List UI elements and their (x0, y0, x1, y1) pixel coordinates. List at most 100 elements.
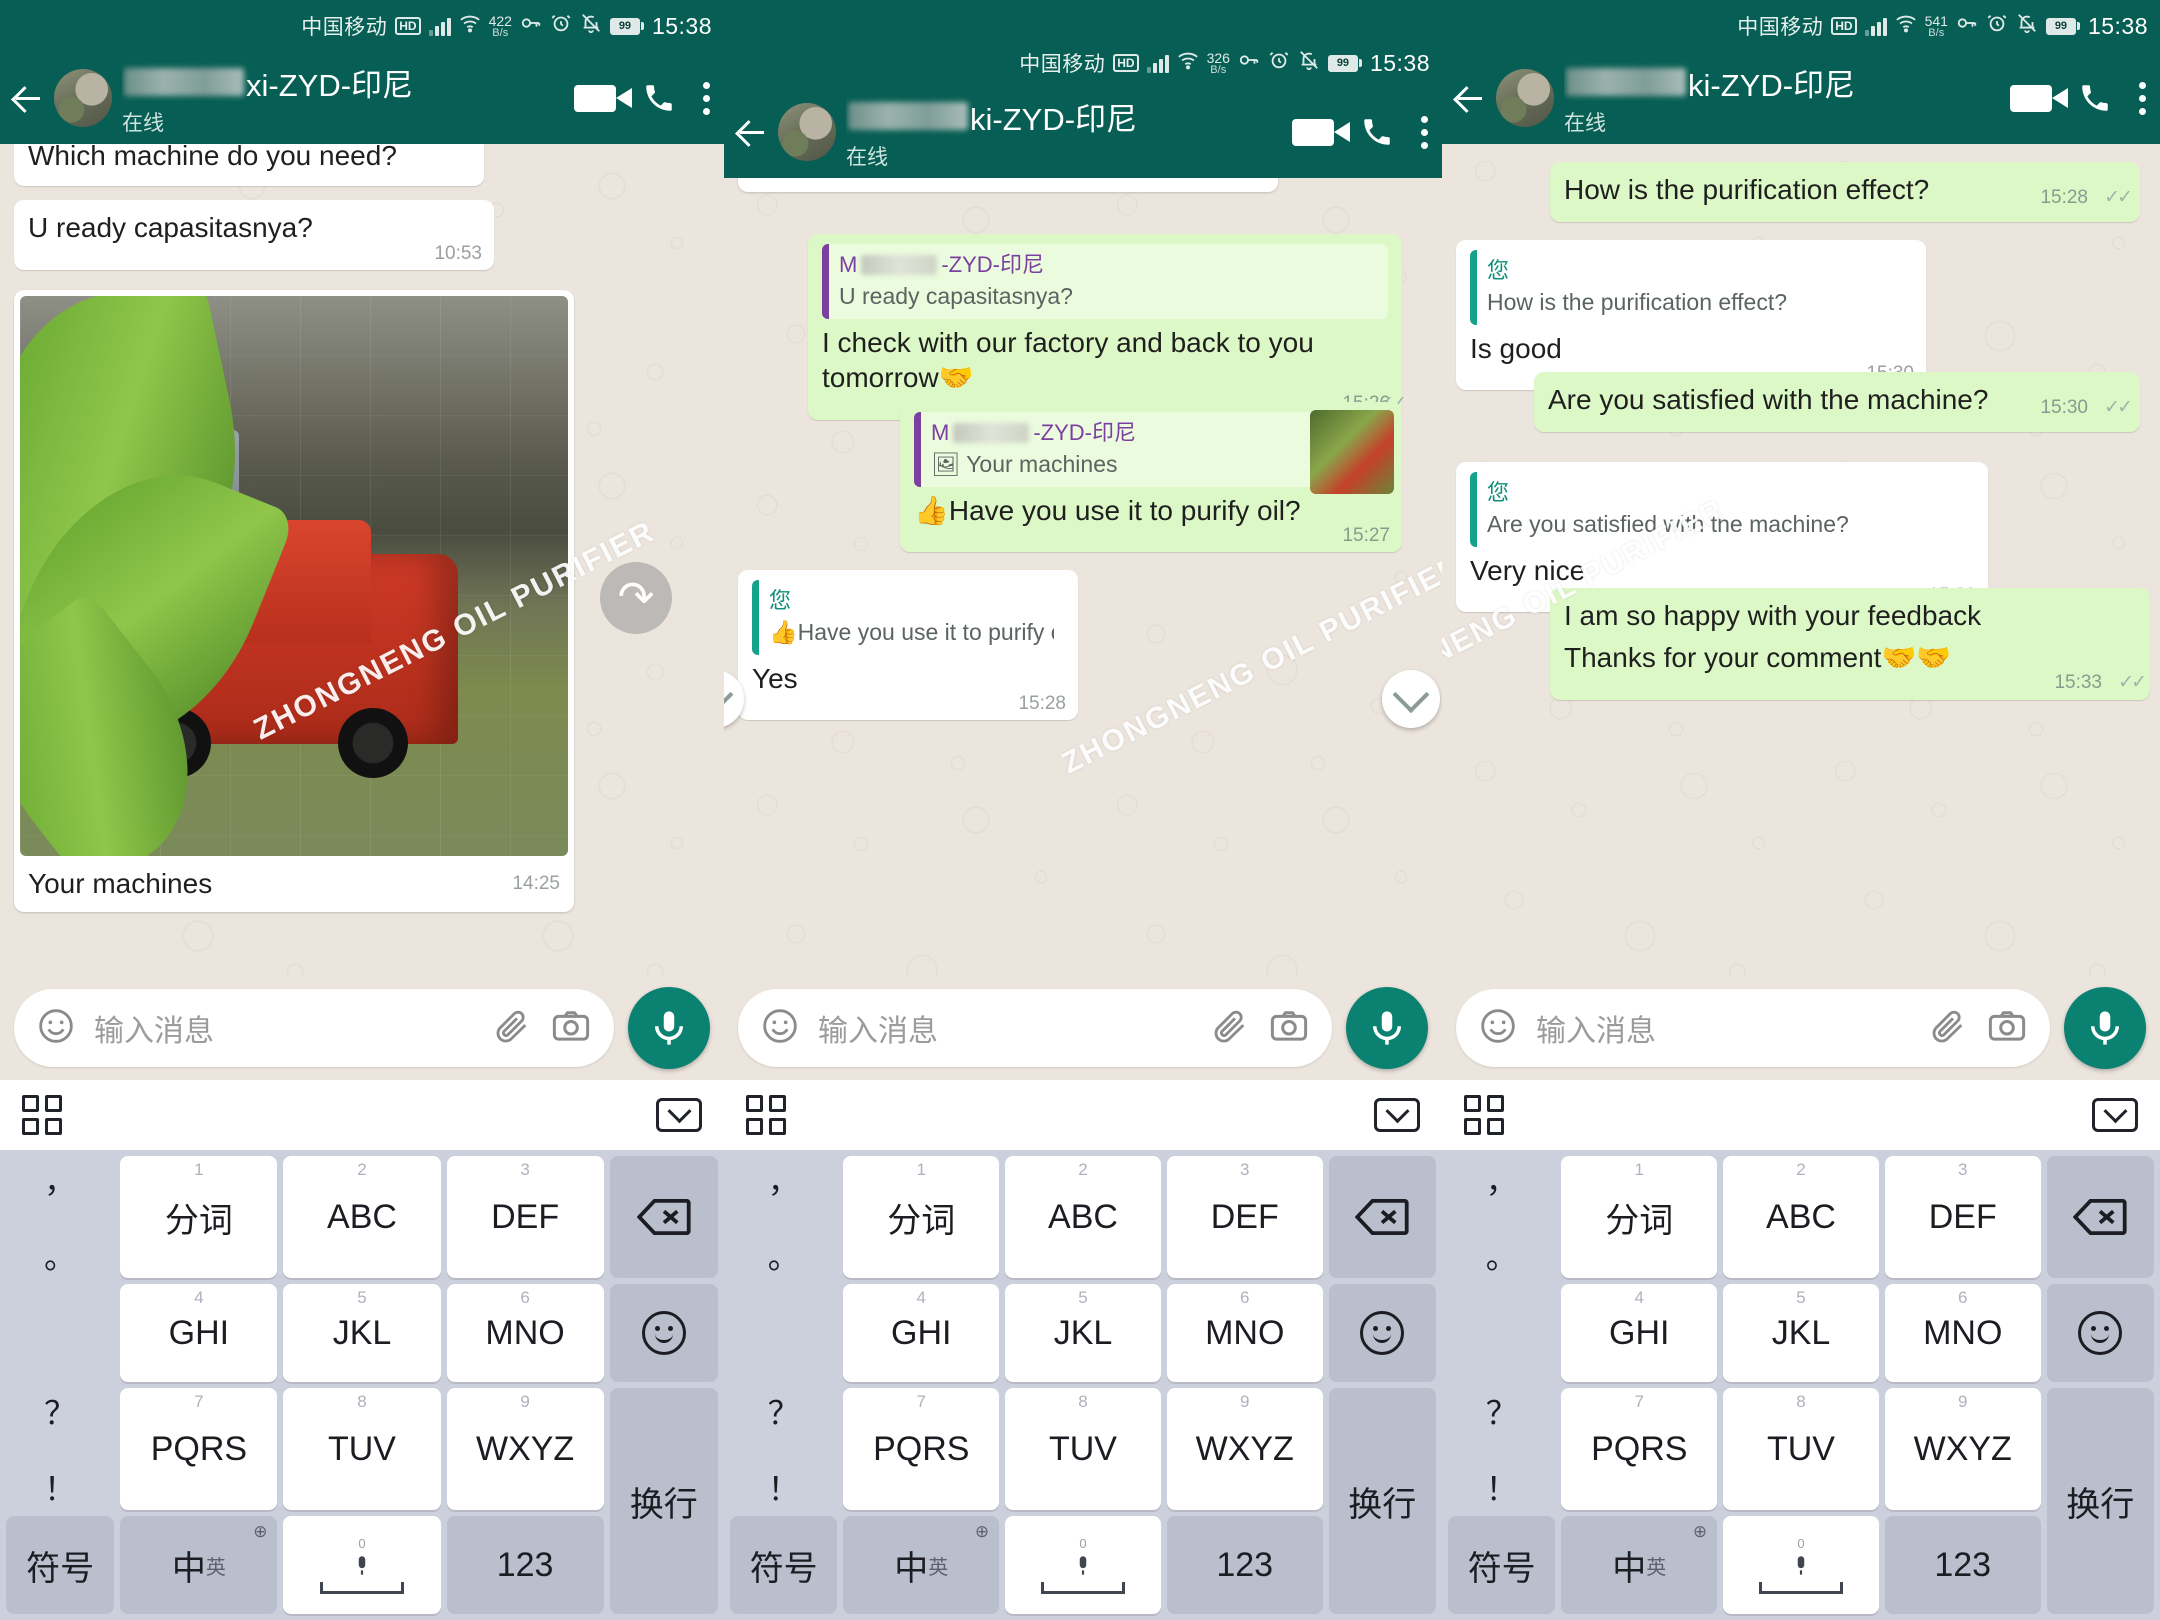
key-4-ghi[interactable]: 4 GHI (120, 1284, 278, 1382)
emoji-key[interactable] (2046, 1284, 2154, 1382)
quoted-message[interactable]: M -ZYD-印尼 U ready capasitasnya? (822, 244, 1388, 319)
key-9-wxyz[interactable]: 9 WXYZ (1166, 1388, 1323, 1510)
language-toggle-key[interactable]: ⊕ 中英 (120, 1516, 278, 1614)
voice-call-icon[interactable] (1360, 115, 1394, 149)
key-5-jkl[interactable]: 5 JKL (283, 1284, 441, 1382)
language-toggle-key[interactable]: ⊕ 中英 (843, 1516, 1000, 1614)
voice-record-button[interactable] (1346, 987, 1428, 1069)
key-4-ghi[interactable]: 4 GHI (1561, 1284, 1718, 1382)
message-input[interactable]: 输入消息 (1456, 989, 2050, 1067)
key-7-pqrs[interactable]: 7 PQRS (1561, 1388, 1718, 1510)
numbers-key[interactable]: 123 (1884, 1516, 2041, 1614)
punctuation-key-comma-period[interactable]: ， 。 (730, 1156, 837, 1278)
attach-icon[interactable] (1210, 1006, 1250, 1051)
contact-avatar[interactable] (54, 69, 112, 127)
key-3-def[interactable]: 3 DEF (1166, 1156, 1323, 1278)
overflow-menu-icon[interactable] (1420, 115, 1428, 149)
video-call-icon[interactable] (1292, 118, 1350, 146)
key-3-def[interactable]: 3 DEF (1884, 1156, 2041, 1278)
punctuation-key-question-excl[interactable]: ？ ！ (6, 1388, 114, 1510)
message-bubble[interactable]: Which machine do you need? (14, 144, 484, 186)
key-1-fenci[interactable]: 1 分词 (120, 1156, 278, 1278)
quoted-message[interactable]: 您 How is the purification effect? (1470, 250, 1912, 325)
key-3-def[interactable]: 3 DEF (446, 1156, 604, 1278)
emoji-icon[interactable] (1478, 1006, 1518, 1051)
key-6-mno[interactable]: 6 MNO (446, 1284, 604, 1382)
punctuation-key-comma-period[interactable]: ， 。 (6, 1156, 114, 1278)
image-message[interactable]: Your machines 14:25 (14, 290, 574, 912)
punctuation-key-comma-period[interactable]: ， 。 (1448, 1156, 1555, 1278)
contact-name[interactable]: ki-ZYD-印尼 (846, 94, 1282, 139)
key-1-fenci[interactable]: 1 分词 (1561, 1156, 1718, 1278)
emoji-key[interactable] (1328, 1284, 1436, 1382)
message-bubble[interactable]: Are you satisfied with the machine? 15:3… (1534, 372, 2140, 432)
overflow-menu-icon[interactable] (702, 81, 710, 115)
voice-record-button[interactable] (628, 987, 710, 1069)
quoted-message[interactable]: M -ZYD-印尼 🖼 Your machines (914, 410, 1394, 494)
emoji-key[interactable] (609, 1284, 718, 1382)
voice-call-icon[interactable] (642, 81, 676, 115)
message-bubble[interactable]: I am so happy with your feedback Thanks … (1550, 588, 2150, 700)
key-9-wxyz[interactable]: 9 WXYZ (1884, 1388, 2041, 1510)
key-2-abc[interactable]: 2 ABC (1005, 1156, 1161, 1278)
contact-avatar[interactable] (1496, 69, 1554, 127)
message-input[interactable]: 输入消息 (14, 989, 614, 1067)
back-icon[interactable] (10, 81, 44, 115)
back-icon[interactable] (1452, 81, 1486, 115)
contact-name[interactable]: xi-ZYD-印尼 (122, 60, 564, 105)
numbers-key[interactable]: 123 (1166, 1516, 1323, 1614)
attach-icon[interactable] (1928, 1006, 1968, 1051)
camera-icon[interactable] (1986, 1005, 2028, 1052)
symbols-key[interactable]: 符号 (6, 1516, 115, 1614)
space-key[interactable]: 0 (1005, 1516, 1161, 1614)
reply-arrow-overlay[interactable]: ↷ (600, 562, 672, 634)
hide-keyboard-icon[interactable] (2092, 1098, 2138, 1132)
keyboard-apps-icon[interactable] (1464, 1095, 1504, 1135)
key-2-abc[interactable]: 2 ABC (283, 1156, 441, 1278)
language-toggle-key[interactable]: ⊕ 中英 (1561, 1516, 1718, 1614)
key-7-pqrs[interactable]: 7 PQRS (120, 1388, 278, 1510)
key-2-abc[interactable]: 2 ABC (1723, 1156, 1879, 1278)
key-6-mno[interactable]: 6 MNO (1884, 1284, 2041, 1382)
backspace-key[interactable] (1328, 1156, 1436, 1278)
emoji-icon[interactable] (760, 1006, 800, 1051)
voice-record-button[interactable] (2064, 987, 2146, 1069)
numbers-key[interactable]: 123 (446, 1516, 604, 1614)
space-key[interactable]: 0 (283, 1516, 441, 1614)
space-key[interactable]: 0 (1723, 1516, 1879, 1614)
message-bubble[interactable]: How is the purification effect? 15:28 ✓✓ (1550, 162, 2140, 222)
contact-name[interactable]: ki-ZYD-印尼 (1564, 60, 2000, 105)
enter-key[interactable]: 换行 (2046, 1388, 2154, 1614)
key-6-mno[interactable]: 6 MNO (1166, 1284, 1323, 1382)
key-8-tuv[interactable]: 8 TUV (1723, 1388, 1879, 1510)
key-8-tuv[interactable]: 8 TUV (283, 1388, 441, 1510)
camera-icon[interactable] (550, 1005, 592, 1052)
video-call-icon[interactable] (574, 84, 632, 112)
message-bubble[interactable]: M -ZYD-印尼 U ready capasitasnya? I check w… (808, 234, 1407, 421)
symbols-key[interactable]: 符号 (1448, 1516, 1556, 1614)
key-4-ghi[interactable]: 4 GHI (843, 1284, 1000, 1382)
quoted-message[interactable]: 您 👍Have you use it to purify oil? (752, 580, 1064, 655)
key-9-wxyz[interactable]: 9 WXYZ (446, 1388, 604, 1510)
scroll-to-bottom-button[interactable] (1382, 670, 1440, 728)
message-bubble[interactable]: 您 How is the purification effect? Is goo… (1456, 240, 1926, 391)
image-message[interactable]: Your machines 14:25 (738, 178, 1278, 192)
punctuation-key-question-excl[interactable]: ？ ！ (1448, 1388, 1555, 1510)
voice-call-icon[interactable] (2078, 81, 2112, 115)
backspace-key[interactable] (609, 1156, 718, 1278)
message-bubble[interactable]: U ready capasitasnya? 10:53 (14, 200, 494, 270)
overflow-menu-icon[interactable] (2138, 81, 2146, 115)
message-bubble[interactable]: 您 👍Have you use it to purify oil? Yes 15… (738, 570, 1078, 721)
message-bubble[interactable]: M -ZYD-印尼 🖼 Your machines 👍Have you use i… (900, 402, 1402, 553)
keyboard-apps-icon[interactable] (746, 1095, 786, 1135)
attach-icon[interactable] (492, 1006, 532, 1051)
back-icon[interactable] (734, 115, 768, 149)
enter-key[interactable]: 换行 (609, 1388, 718, 1614)
hide-keyboard-icon[interactable] (656, 1098, 702, 1132)
contact-avatar[interactable] (778, 103, 836, 161)
enter-key[interactable]: 换行 (1328, 1388, 1436, 1614)
emoji-icon[interactable] (36, 1006, 76, 1051)
backspace-key[interactable] (2046, 1156, 2154, 1278)
camera-icon[interactable] (1268, 1005, 1310, 1052)
punctuation-key-question-excl[interactable]: ？ ！ (730, 1388, 837, 1510)
